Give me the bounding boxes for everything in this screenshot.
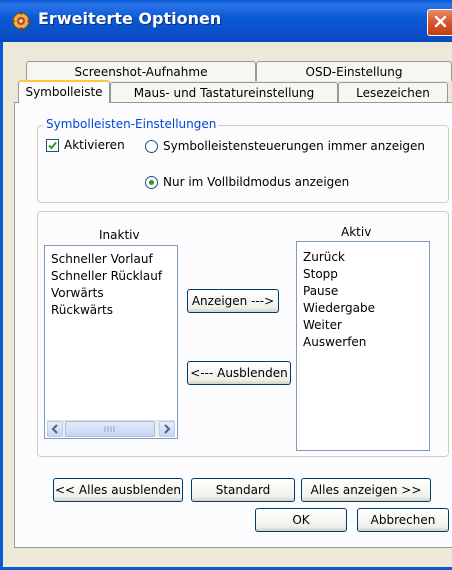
activate-label[interactable]: Aktivieren	[64, 138, 125, 152]
scroll-right-button[interactable]	[159, 421, 175, 437]
tab-label: Maus- und Tastatureinstellung	[133, 86, 315, 100]
list-item[interactable]: Schneller Rücklauf	[51, 269, 162, 283]
group-title: Symbolleisten-Einstellungen	[44, 117, 219, 131]
radio-fullscreen-only[interactable]	[145, 176, 158, 189]
tab-osd-einstellung[interactable]: OSD-Einstellung	[256, 61, 452, 81]
radio-always-show[interactable]	[145, 140, 158, 153]
active-listbox[interactable]: Zurück Stopp Pause Wiedergabe Weiter Aus…	[296, 241, 430, 451]
dialog-window: Erweiterte Optionen Screenshot-Aufnahme …	[0, 0, 452, 570]
inactive-list-header: Inaktiv	[99, 228, 140, 242]
checkmark-icon	[48, 141, 57, 150]
window-border-left	[0, 42, 3, 570]
list-item[interactable]: Vorwärts	[51, 286, 104, 300]
window-title: Erweiterte Optionen	[38, 9, 222, 28]
arrow-left-icon	[51, 424, 58, 434]
cancel-button-label: Abbrechen	[370, 513, 436, 527]
toolbar-settings-group: Symbolleisten-Einstellungen	[37, 117, 449, 203]
tab-label: Screenshot-Aufnahme	[74, 65, 208, 79]
list-item[interactable]: Rückwärts	[51, 303, 113, 317]
radio-fullscreen-only-label[interactable]: Nur im Vollbildmodus anzeigen	[163, 175, 349, 189]
tab-panel-symbolleiste: Symbolleisten-Einstellungen Aktivieren S…	[14, 102, 452, 548]
show-button[interactable]: Anzeigen --->	[187, 289, 279, 313]
inactive-listbox[interactable]: Schneller Vorlauf Schneller Rücklauf Vor…	[44, 245, 178, 439]
tab-maus-und-tastatureinstellung[interactable]: Maus- und Tastatureinstellung	[110, 82, 338, 102]
ok-button[interactable]: OK	[255, 508, 347, 532]
radio-selected-dot	[149, 180, 154, 185]
tab-lesezeichen[interactable]: Lesezeichen	[338, 82, 448, 102]
ok-button-label: OK	[292, 513, 310, 527]
list-item[interactable]: Auswerfen	[303, 335, 366, 349]
list-item[interactable]: Wiedergabe	[303, 301, 375, 315]
scroll-left-button[interactable]	[47, 421, 63, 437]
grip-icon	[104, 426, 115, 432]
list-item[interactable]: Weiter	[303, 318, 342, 332]
list-item[interactable]: Stopp	[303, 267, 338, 281]
hide-all-button-label: << Alles ausblenden	[54, 483, 181, 497]
horizontal-scrollbar[interactable]	[47, 420, 175, 437]
tab-label: Lesezeichen	[356, 86, 430, 100]
activate-checkbox[interactable]	[46, 139, 59, 152]
tab-symbolleiste[interactable]: Symbolleiste	[18, 80, 110, 103]
hide-button[interactable]: <--- Ausblenden	[187, 361, 291, 385]
list-item[interactable]: Pause	[303, 284, 338, 298]
hide-all-button[interactable]: << Alles ausblenden	[53, 478, 183, 502]
show-all-button[interactable]: Alles anzeigen >>	[301, 478, 431, 502]
arrow-right-icon	[164, 424, 171, 434]
list-item[interactable]: Zurück	[303, 250, 345, 264]
settings-gear-icon	[11, 11, 31, 31]
radio-always-show-label[interactable]: Symbolleistensteuerungen immer anzeigen	[163, 139, 425, 153]
scroll-thumb[interactable]	[65, 421, 155, 437]
show-button-label: Anzeigen --->	[191, 294, 275, 308]
list-item[interactable]: Schneller Vorlauf	[51, 252, 153, 266]
standard-button-label: Standard	[215, 483, 271, 497]
show-all-button-label: Alles anzeigen >>	[310, 483, 422, 497]
title-bar[interactable]: Erweiterte Optionen	[0, 0, 452, 42]
tab-screenshot-aufnahme[interactable]: Screenshot-Aufnahme	[26, 61, 256, 81]
active-list-header: Aktiv	[341, 225, 372, 239]
tab-label: OSD-Einstellung	[305, 65, 403, 79]
standard-button[interactable]: Standard	[191, 478, 295, 502]
cancel-button[interactable]: Abbrechen	[357, 508, 449, 532]
tab-label: Symbolleiste	[25, 85, 103, 99]
hide-button-label: <--- Ausblenden	[190, 366, 288, 380]
close-icon	[434, 15, 447, 28]
close-button[interactable]	[427, 9, 452, 36]
